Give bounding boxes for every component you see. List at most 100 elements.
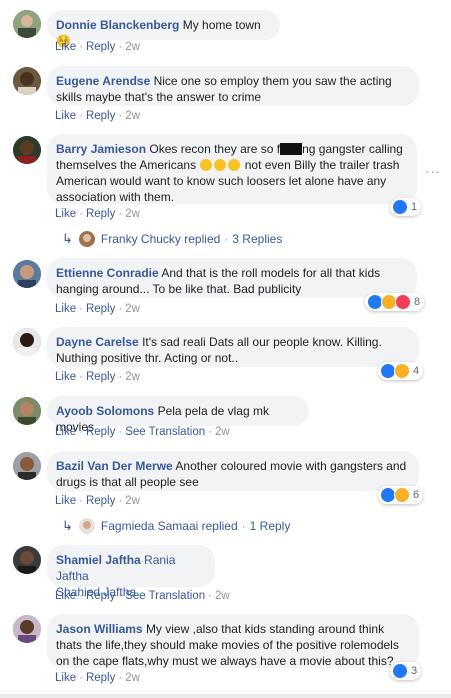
avatar[interactable] bbox=[13, 397, 41, 425]
reply-link[interactable]: Reply bbox=[86, 426, 115, 438]
reaction-count: 8 bbox=[414, 296, 421, 308]
reaction-summary[interactable]: 6 bbox=[378, 486, 424, 504]
reaction-count: 4 bbox=[413, 365, 420, 377]
avatar bbox=[78, 518, 95, 534]
timestamp[interactable]: 2w bbox=[125, 208, 140, 220]
comment-author[interactable]: Shamiel Jaftha bbox=[56, 553, 141, 567]
timestamp[interactable]: 2w bbox=[125, 303, 140, 315]
separator: · bbox=[208, 426, 212, 438]
reaction-count: 1 bbox=[411, 201, 418, 213]
separator: · bbox=[79, 590, 83, 602]
sad-reaction-icon bbox=[394, 487, 410, 503]
laughing-emoji-icon bbox=[214, 159, 227, 171]
like-link[interactable]: Like bbox=[55, 672, 76, 684]
comment-bubble: Ayoob Solomons Pela pela de vlag mk movi… bbox=[47, 396, 309, 434]
separator: · bbox=[118, 371, 123, 383]
avatar[interactable] bbox=[13, 136, 41, 164]
timestamp[interactable]: 2w bbox=[125, 41, 140, 53]
timestamp[interactable]: 2w bbox=[215, 590, 230, 602]
like-link[interactable]: Like bbox=[55, 495, 76, 507]
reply-count[interactable]: 3 Replies bbox=[232, 232, 282, 246]
like-link[interactable]: Like bbox=[55, 590, 76, 602]
separator: · bbox=[118, 110, 123, 122]
reaction-summary[interactable]: 1 bbox=[390, 198, 422, 216]
comment-author[interactable]: Ettienne Conradie bbox=[56, 266, 159, 280]
censor-block bbox=[280, 143, 303, 155]
timestamp[interactable]: 2w bbox=[125, 495, 140, 507]
avatar[interactable] bbox=[13, 452, 41, 480]
comment-actions: Like · Reply · 2w bbox=[55, 495, 140, 507]
reply-count[interactable]: 1 Reply bbox=[250, 519, 291, 533]
reaction-summary[interactable]: 4 bbox=[378, 362, 424, 380]
comment-author[interactable]: Eugene Arendse bbox=[56, 74, 150, 88]
timestamp[interactable]: 2w bbox=[125, 672, 140, 684]
like-link[interactable]: Like bbox=[55, 208, 76, 220]
timestamp[interactable]: 2w bbox=[215, 426, 230, 438]
reply-link[interactable]: Reply bbox=[86, 371, 115, 383]
separator: · bbox=[224, 232, 229, 246]
comment-author[interactable]: Barry Jamieson bbox=[56, 142, 146, 156]
replier-name[interactable]: Fagmieda Samaai replied bbox=[101, 519, 238, 533]
see-translation-link[interactable]: See Translation bbox=[125, 590, 205, 602]
reply-arrow-icon: ↳ bbox=[62, 231, 73, 246]
separator: · bbox=[118, 208, 123, 220]
avatar bbox=[78, 231, 95, 247]
comment-bubble: Ettienne Conradie And that is the roll m… bbox=[47, 258, 417, 298]
like-link[interactable]: Like bbox=[55, 426, 76, 438]
reaction-count: 6 bbox=[413, 489, 420, 501]
comment-author[interactable]: Jason Williams bbox=[56, 622, 143, 636]
sad-reaction-icon bbox=[394, 363, 410, 379]
comment-bubble: Jason Williams My view ,also that kids s… bbox=[47, 614, 419, 668]
comment-actions: Like · Reply · 2w bbox=[55, 41, 140, 53]
see-translation-link[interactable]: See Translation bbox=[125, 426, 205, 438]
like-link[interactable]: Like bbox=[55, 303, 76, 315]
separator: · bbox=[79, 208, 83, 220]
reply-link[interactable]: Reply bbox=[86, 208, 115, 220]
avatar[interactable] bbox=[13, 615, 41, 643]
separator: · bbox=[118, 590, 123, 602]
separator: · bbox=[79, 672, 83, 684]
separator: · bbox=[79, 495, 83, 507]
reply-link[interactable]: Reply bbox=[86, 495, 115, 507]
reaction-summary[interactable]: 3 bbox=[390, 662, 422, 680]
reply-link[interactable]: Reply bbox=[86, 303, 115, 315]
like-link[interactable]: Like bbox=[55, 41, 76, 53]
separator: · bbox=[118, 672, 123, 684]
comment-author[interactable]: Donnie Blanckenberg bbox=[56, 18, 179, 32]
love-reaction-icon bbox=[395, 294, 411, 310]
like-link[interactable]: Like bbox=[55, 110, 76, 122]
separator: · bbox=[118, 426, 123, 438]
separator: · bbox=[118, 495, 123, 507]
avatar[interactable] bbox=[13, 328, 41, 356]
comment-actions: Like · Reply · See Translation · 2w bbox=[55, 590, 230, 602]
like-link[interactable]: Like bbox=[55, 371, 76, 383]
avatar[interactable] bbox=[13, 260, 41, 288]
avatar[interactable] bbox=[13, 546, 41, 574]
reply-link[interactable]: Reply bbox=[86, 110, 115, 122]
comment-actions: Like · Reply · 2w bbox=[55, 672, 140, 684]
comment-bubble: Bazil Van Der Merwe Another coloured mov… bbox=[47, 451, 419, 491]
avatar[interactable] bbox=[13, 67, 41, 95]
avatar[interactable] bbox=[13, 10, 41, 38]
reaction-summary[interactable]: 8 bbox=[365, 293, 425, 311]
like-reaction-icon bbox=[392, 199, 408, 215]
reply-link[interactable]: Reply bbox=[86, 41, 115, 53]
reply-link[interactable]: Reply bbox=[86, 590, 115, 602]
reply-link[interactable]: Reply bbox=[86, 672, 115, 684]
timestamp[interactable]: 2w bbox=[125, 110, 140, 122]
separator: · bbox=[79, 426, 83, 438]
separator: · bbox=[79, 303, 83, 315]
comment-author[interactable]: Bazil Van Der Merwe bbox=[56, 459, 173, 473]
timestamp[interactable]: 2w bbox=[125, 371, 140, 383]
comment-author[interactable]: Ayoob Solomons bbox=[56, 404, 154, 418]
view-replies[interactable]: ↳ Fagmieda Samaai replied · 1 Reply bbox=[62, 518, 290, 534]
comment-bubble: Dayne Carelse It's sad reali Dats all ou… bbox=[47, 327, 419, 367]
more-options-icon[interactable]: ··· bbox=[425, 164, 441, 179]
separator: · bbox=[118, 303, 123, 315]
comment-bubble: Barry Jamieson Okes recon they are so fn… bbox=[47, 134, 417, 204]
laughing-emoji-icon bbox=[200, 159, 213, 171]
replier-name[interactable]: Franky Chucky replied bbox=[101, 232, 220, 246]
comment-actions: Like · Reply · 2w bbox=[55, 371, 140, 383]
comment-author[interactable]: Dayne Carelse bbox=[56, 335, 139, 349]
view-replies[interactable]: ↳ Franky Chucky replied · 3 Replies bbox=[62, 231, 282, 247]
